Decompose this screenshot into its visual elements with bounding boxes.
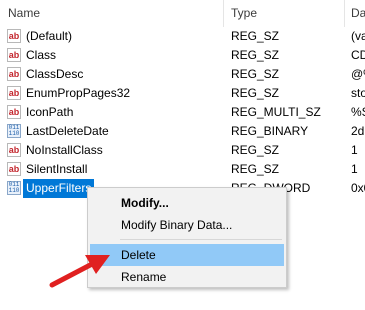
value-data: %S [351,105,365,119]
red-arrow-icon [49,255,110,288]
table-row[interactable]: ab NoInstallClass REG_SZ 1 [0,141,365,160]
table-row[interactable]: ab SilentInstall REG_SZ 1 [0,160,365,179]
column-header-type[interactable]: Type [231,0,341,27]
value-type: REG_MULTI_SZ [231,105,321,119]
menu-item-modify-binary[interactable]: Modify Binary Data... [90,214,284,236]
value-data: sto [351,86,365,100]
menu-item-rename[interactable]: Rename [90,266,284,288]
table-row[interactable]: ab (Default) REG_SZ (va [0,27,365,46]
menu-separator [120,239,282,240]
table-row[interactable]: ab Class REG_SZ CD [0,46,365,65]
string-value-icon: ab [7,48,21,62]
column-divider[interactable] [223,0,224,27]
menu-item-modify[interactable]: Modify... [90,192,284,214]
table-row[interactable]: 011 110 LastDeleteDate REG_BINARY 2d [0,122,365,141]
string-value-icon: ab [7,86,21,100]
binary-value-icon: 011 110 [7,124,21,138]
value-name: Class [26,48,57,62]
context-menu: Modify... Modify Binary Data... Delete R… [87,187,287,288]
value-data: 1 [351,162,358,176]
table-row[interactable]: ab ClassDesc REG_SZ @% [0,65,365,84]
value-type: REG_SZ [231,86,280,100]
string-value-icon: ab [7,29,21,43]
value-type: REG_SZ [231,67,280,81]
value-data: (va [351,29,365,43]
value-name: SilentInstall [26,162,88,176]
value-data: 2d [351,124,365,138]
value-type: REG_SZ [231,162,280,176]
string-value-icon: ab [7,105,21,119]
registry-values-list: ab (Default) REG_SZ (va ab Class REG_SZ … [0,27,365,198]
column-header-name[interactable]: Name [8,0,208,27]
value-name: NoInstallClass [26,143,103,157]
string-value-icon: ab [7,162,21,176]
value-name: ClassDesc [26,67,84,81]
value-type: REG_BINARY [231,124,309,138]
value-name: EnumPropPages32 [26,86,131,100]
value-data: 0x0 [351,181,365,195]
binary-value-icon: 011 110 [7,181,21,195]
value-data: CD [351,48,365,62]
list-header: Name Type Da [0,0,365,27]
value-type: REG_SZ [231,29,280,43]
value-name: (Default) [26,29,73,43]
value-name: LastDeleteDate [26,124,109,138]
value-data: @% [351,67,365,81]
string-value-icon: ab [7,143,21,157]
value-type: REG_SZ [231,143,280,157]
table-row[interactable]: ab IconPath REG_MULTI_SZ %S [0,103,365,122]
value-type: REG_SZ [231,48,280,62]
table-row[interactable]: ab EnumPropPages32 REG_SZ sto [0,84,365,103]
column-header-data[interactable]: Da [351,0,365,27]
value-name: UpperFilters [23,179,95,198]
string-value-icon: ab [7,67,21,81]
value-data: 1 [351,143,358,157]
value-name: IconPath [26,105,74,119]
menu-item-delete[interactable]: Delete [90,244,284,266]
column-divider[interactable] [344,0,345,27]
